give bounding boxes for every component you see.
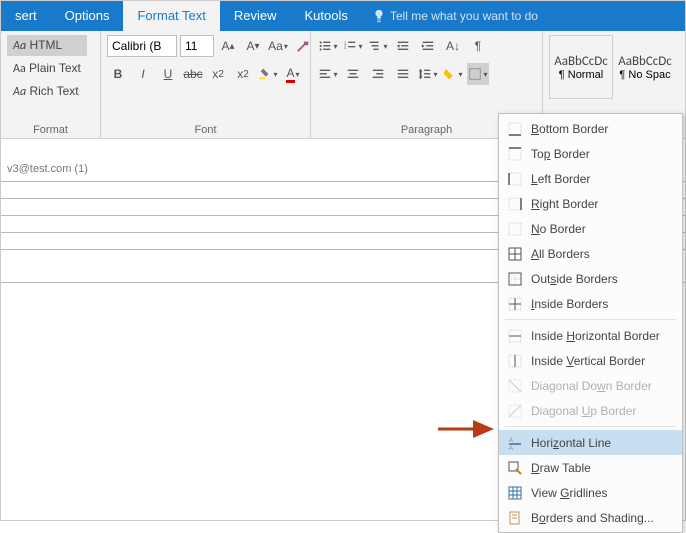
style-normal[interactable]: AaBbCcDc ¶ Normal [549,35,613,99]
clear-format-button[interactable] [292,35,314,57]
increase-indent-button[interactable] [417,35,439,57]
underline-button[interactable]: U [157,63,179,85]
align-left-button[interactable] [317,63,339,85]
bullets-button[interactable] [317,35,339,57]
lightbulb-icon [372,9,386,23]
numbering-button[interactable]: 12 [342,35,364,57]
inside-v-border-icon [507,353,523,369]
tell-me-search[interactable]: Tell me what you want to do [362,1,548,31]
menu-separator [505,426,676,427]
diag-down-icon [507,378,523,394]
superscript-button[interactable]: x2 [232,63,254,85]
menu-bottom-border[interactable]: BBottom Borderottom Border [499,116,682,141]
style-sample-1: AaBbCcDc [554,54,608,69]
highlight-button[interactable] [257,63,279,85]
align-right-button[interactable] [367,63,389,85]
tell-me-label: Tell me what you want to do [390,9,538,23]
tab-insert[interactable]: sert [1,1,51,31]
tab-options[interactable]: Options [51,1,124,31]
sort-button[interactable]: A↓ [442,35,464,57]
change-case-button[interactable]: Aa [267,35,289,57]
menu-inside-borders[interactable]: Inside Borders [499,291,682,316]
grow-font-button[interactable]: A▴ [217,35,239,57]
font-name-combo[interactable]: Calibri (B [107,35,177,57]
rich-text-button[interactable]: Aa Rich Text [7,81,87,102]
callout-arrow-icon [436,419,501,439]
decrease-indent-button[interactable] [392,35,414,57]
style-no-spacing[interactable]: AaBbCcDc ¶ No Spac [615,35,675,99]
menu-inside-v-border[interactable]: Inside Vertical Border [499,348,682,373]
menu-view-gridlines[interactable]: View Gridlines [499,480,682,505]
menu-draw-table[interactable]: Draw Table [499,455,682,480]
menu-outside-borders[interactable]: Outside Borders [499,266,682,291]
subscript-button[interactable]: x2 [207,63,229,85]
gridlines-icon [507,485,523,501]
plain-text-button[interactable]: Aa Plain Text [7,58,87,79]
strike-button[interactable]: abc [182,63,204,85]
top-border-icon [507,146,523,162]
menu-all-borders[interactable]: All Borders [499,241,682,266]
format-group-label: Format [1,124,100,138]
svg-text:2: 2 [344,45,347,50]
multilevel-button[interactable] [367,35,389,57]
tab-review[interactable]: Review [220,1,291,31]
format-group: Aa HTML Aa Plain Text Aa Rich Text Forma… [1,31,101,138]
outside-borders-icon [507,271,523,287]
menu-top-border[interactable]: Top Border [499,141,682,166]
left-border-icon [507,171,523,187]
font-group: Calibri (B 11 A▴ A▾ Aa B I U abc x2 x2 A [101,31,311,138]
svg-text:A: A [509,446,513,450]
borders-dropdown: BBottom Borderottom Border Top Border Le… [498,113,683,533]
menu-inside-h-border[interactable]: Inside Horizontal Border [499,323,682,348]
html-format-button[interactable]: Aa HTML [7,35,87,56]
borders-shading-icon [507,510,523,526]
justify-button[interactable] [392,63,414,85]
menu-borders-shading[interactable]: Borders and Shading... [499,505,682,530]
tab-kutools[interactable]: Kutools [291,1,362,31]
italic-button[interactable]: I [132,63,154,85]
draw-table-icon [507,460,523,476]
menu-diag-up: Diagonal Up Border [499,398,682,423]
tab-bar: sert Options Format Text Review Kutools … [1,1,685,31]
tab-format-text[interactable]: Format Text [123,1,219,31]
font-color-button[interactable]: A [282,63,304,85]
menu-no-border[interactable]: No Border [499,216,682,241]
menu-separator [505,319,676,320]
right-border-icon [507,196,523,212]
bottom-border-icon [507,121,523,137]
style-normal-label: ¶ Normal [559,69,603,81]
all-borders-icon [507,246,523,262]
inside-borders-icon [507,296,523,312]
font-group-label: Font [101,124,310,138]
menu-horizontal-line[interactable]: AAHorizontal Line [499,430,682,455]
svg-text:A: A [509,438,513,444]
no-border-icon [507,221,523,237]
font-size-combo[interactable]: 11 [180,35,214,57]
horizontal-line-icon: AA [507,435,523,451]
line-spacing-button[interactable] [417,63,439,85]
style-sample-2: AaBbCcDc [618,54,672,69]
menu-diag-down: Diagonal Down Border [499,373,682,398]
inside-h-border-icon [507,328,523,344]
borders-button[interactable] [467,63,489,85]
shading-button[interactable] [442,63,464,85]
pilcrow-button[interactable]: ¶ [467,35,489,57]
bold-button[interactable]: B [107,63,129,85]
diag-up-icon [507,403,523,419]
shrink-font-button[interactable]: A▾ [242,35,264,57]
align-center-button[interactable] [342,63,364,85]
menu-right-border[interactable]: Right Border [499,191,682,216]
style-nospace-label: ¶ No Spac [619,69,670,81]
menu-left-border[interactable]: Left Border [499,166,682,191]
